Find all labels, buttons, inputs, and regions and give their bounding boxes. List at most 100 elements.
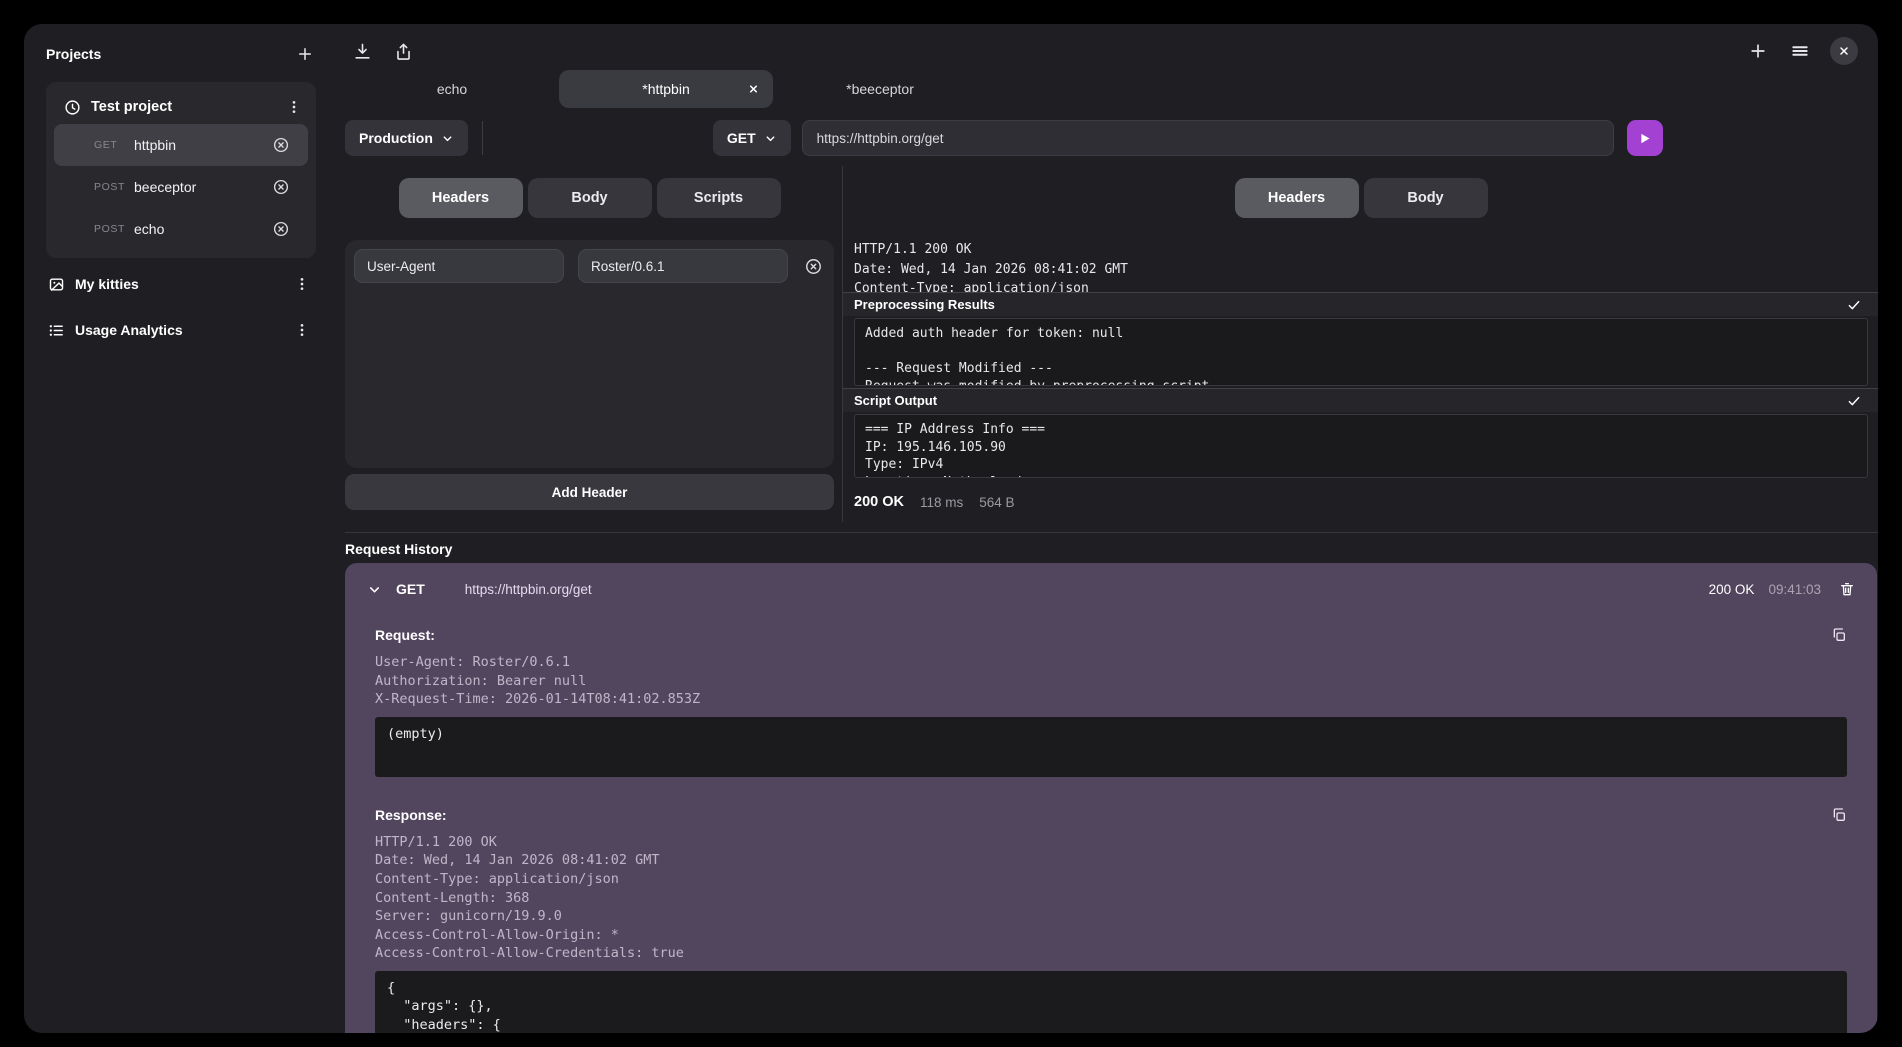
sidebar-title: Projects bbox=[46, 46, 101, 62]
project-menu-button[interactable] bbox=[284, 97, 304, 117]
request-method-badge: POST bbox=[94, 181, 134, 193]
script-output-console[interactable]: === IP Address Info === IP: 195.146.105.… bbox=[854, 414, 1868, 478]
section-menu-button[interactable] bbox=[292, 274, 312, 294]
plus-icon bbox=[296, 45, 314, 63]
copy-icon bbox=[1831, 627, 1847, 643]
add-header-button[interactable]: Add Header bbox=[345, 474, 834, 510]
new-tab-button[interactable] bbox=[1746, 39, 1770, 63]
sidebar-request-beeceptor[interactable]: POST beeceptor bbox=[54, 166, 308, 208]
history-entry-header[interactable]: GET https://httpbin.org/get 200 OK 09:41… bbox=[345, 563, 1877, 615]
history-request-body: (empty) bbox=[375, 717, 1847, 777]
response-header-line: HTTP/1.1 200 OK bbox=[854, 240, 1868, 260]
tab-label: *httpbin bbox=[642, 81, 689, 97]
project-header[interactable]: Test project bbox=[54, 90, 308, 124]
section-title: Preprocessing Results bbox=[854, 297, 995, 312]
request-bar: Production GET bbox=[345, 110, 1878, 166]
environment-dropdown[interactable]: Production bbox=[345, 120, 468, 156]
response-headers-preview[interactable]: HTTP/1.1 200 OK Date: Wed, 14 Jan 2026 0… bbox=[854, 240, 1868, 292]
trash-icon bbox=[1839, 581, 1855, 597]
url-input[interactable] bbox=[802, 120, 1614, 156]
tab-httpbin[interactable]: *httpbin bbox=[559, 70, 773, 108]
chevron-down-icon bbox=[367, 582, 382, 597]
hamburger-menu-icon bbox=[1790, 41, 1810, 61]
response-header-line: Date: Wed, 14 Jan 2026 08:41:02 GMT bbox=[375, 851, 1847, 870]
tab-request-headers[interactable]: Headers bbox=[399, 178, 523, 218]
header-value-input[interactable] bbox=[578, 249, 788, 283]
delete-request-button[interactable] bbox=[270, 134, 292, 156]
x-circle-icon bbox=[272, 136, 290, 154]
tab-response-body[interactable]: Body bbox=[1364, 178, 1488, 218]
preprocessing-results-header: Preprocessing Results bbox=[843, 292, 1878, 316]
request-method-badge: GET bbox=[94, 139, 134, 151]
sidebar-request-httpbin[interactable]: GET httpbin bbox=[54, 124, 308, 166]
preprocessing-output[interactable]: Added auth header for token: null --- Re… bbox=[854, 318, 1868, 386]
main-area: echo *httpbin *beeceptor Production bbox=[330, 24, 1878, 1033]
app-menu-button[interactable] bbox=[1788, 39, 1812, 63]
tab-request-scripts[interactable]: Scripts bbox=[657, 178, 781, 218]
import-button[interactable] bbox=[351, 40, 374, 63]
request-block-title: Request: bbox=[375, 627, 435, 643]
x-circle-icon bbox=[804, 257, 823, 276]
header-key-input[interactable] bbox=[354, 249, 564, 283]
status-code: 200 OK bbox=[854, 494, 904, 510]
environment-label: Production bbox=[359, 130, 433, 146]
header-row bbox=[354, 249, 825, 283]
delete-request-button[interactable] bbox=[270, 176, 292, 198]
history-timestamp: 09:41:03 bbox=[1768, 582, 1821, 597]
console-line bbox=[865, 343, 1857, 361]
response-header-line: HTTP/1.1 200 OK bbox=[375, 833, 1847, 852]
console-line: Type: IPv4 bbox=[865, 456, 1857, 474]
delete-history-button[interactable] bbox=[1839, 581, 1855, 597]
download-icon bbox=[353, 42, 372, 61]
tab-response-headers[interactable]: Headers bbox=[1235, 178, 1359, 218]
close-window-button[interactable] bbox=[1830, 37, 1858, 65]
kebab-menu-icon bbox=[294, 276, 310, 292]
plus-icon bbox=[1748, 41, 1768, 61]
delete-request-button[interactable] bbox=[270, 218, 292, 240]
response-block-title: Response: bbox=[375, 807, 447, 823]
send-request-button[interactable] bbox=[1627, 120, 1663, 156]
sidebar-item-usage-analytics[interactable]: Usage Analytics bbox=[46, 310, 316, 350]
response-header-line: Access-Control-Allow-Credentials: true bbox=[375, 944, 1847, 963]
section-menu-button[interactable] bbox=[292, 320, 312, 340]
headers-editor bbox=[345, 240, 834, 468]
tab-label: echo bbox=[437, 81, 467, 97]
request-editor-panel: Headers Body Scripts Add bbox=[345, 166, 843, 522]
remove-header-button[interactable] bbox=[802, 255, 825, 278]
sidebar-item-label: Usage Analytics bbox=[75, 322, 292, 338]
copy-request-button[interactable] bbox=[1831, 627, 1847, 643]
tab-request-body[interactable]: Body bbox=[528, 178, 652, 218]
script-output-header: Script Output bbox=[843, 388, 1878, 412]
new-project-button[interactable] bbox=[294, 43, 316, 65]
request-header-line: X-Request-Time: 2026-01-14T08:41:02.853Z bbox=[375, 690, 1847, 709]
response-tabs: Headers Body bbox=[854, 178, 1868, 218]
history-response-body: { "args": {}, "headers": { bbox=[375, 971, 1847, 1033]
clock-icon bbox=[64, 99, 81, 116]
method-label: GET bbox=[727, 130, 756, 146]
request-body-text: (empty) bbox=[387, 725, 1835, 744]
check-icon bbox=[1846, 393, 1862, 409]
tab-beeceptor[interactable]: *beeceptor bbox=[773, 70, 987, 108]
section-title: Script Output bbox=[854, 393, 937, 408]
method-dropdown[interactable]: GET bbox=[713, 120, 791, 156]
sidebar-item-my-kitties[interactable]: My kitties bbox=[46, 264, 316, 304]
close-tab-button[interactable] bbox=[748, 84, 759, 95]
console-line: Request was modified by preprocessing sc… bbox=[865, 378, 1857, 386]
console-line: Added auth header for token: null bbox=[865, 325, 1857, 343]
copy-icon bbox=[1831, 807, 1847, 823]
response-header-line: Server: gunicorn/19.9.0 bbox=[375, 907, 1847, 926]
sidebar-item-label: My kitties bbox=[75, 276, 292, 292]
chevron-down-icon bbox=[441, 132, 454, 145]
x-circle-icon bbox=[272, 220, 290, 238]
console-line: === IP Address Info === bbox=[865, 421, 1857, 439]
console-line: Location: Netherlands bbox=[865, 474, 1857, 478]
history-entry-body: Request: User-Agent: Roster/0.6.1 Author… bbox=[345, 615, 1877, 1033]
sidebar-request-echo[interactable]: POST echo bbox=[54, 208, 308, 250]
chevron-down-icon bbox=[764, 132, 777, 145]
export-button[interactable] bbox=[392, 40, 415, 63]
tab-echo[interactable]: echo bbox=[345, 70, 559, 108]
copy-response-button[interactable] bbox=[1831, 807, 1847, 823]
request-header-line: Authorization: Bearer null bbox=[375, 672, 1847, 691]
response-header-line: Date: Wed, 14 Jan 2026 08:41:02 GMT bbox=[854, 260, 1868, 280]
response-body-line: "headers": { bbox=[387, 1016, 1835, 1033]
